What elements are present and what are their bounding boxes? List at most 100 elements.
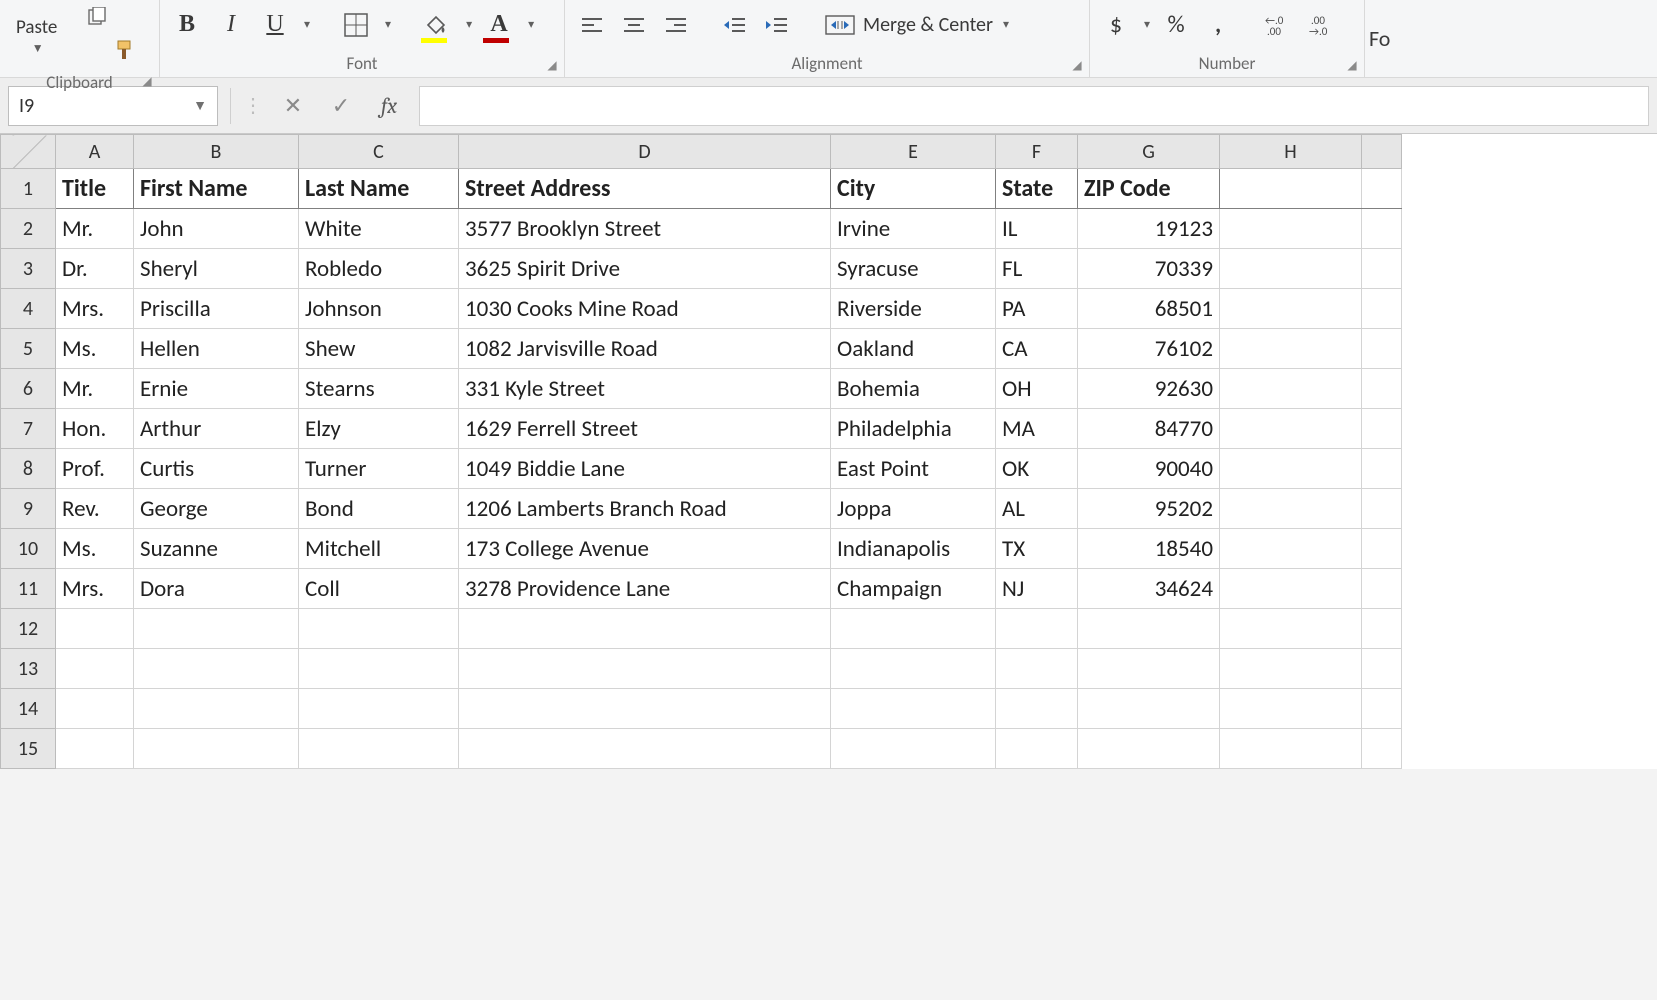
cell[interactable]: Irvine: [831, 209, 996, 249]
cell[interactable]: [56, 609, 134, 649]
row-header[interactable]: 5: [1, 329, 56, 369]
header-cell[interactable]: Last Name: [299, 169, 459, 209]
align-center-button[interactable]: [617, 8, 651, 42]
row-header[interactable]: 2: [1, 209, 56, 249]
cell[interactable]: [299, 609, 459, 649]
cell[interactable]: Ernie: [134, 369, 299, 409]
cell[interactable]: [1220, 569, 1362, 609]
column-header[interactable]: G: [1078, 135, 1220, 169]
cell[interactable]: Prof.: [56, 449, 134, 489]
bold-button[interactable]: B: [170, 8, 204, 42]
cell[interactable]: [1362, 529, 1402, 569]
cell[interactable]: [56, 649, 134, 689]
cell[interactable]: 76102: [1078, 329, 1220, 369]
cancel-formula-button[interactable]: ✕: [275, 88, 311, 124]
cell[interactable]: [1220, 489, 1362, 529]
cell[interactable]: [1362, 729, 1402, 769]
cell[interactable]: 92630: [1078, 369, 1220, 409]
cell[interactable]: [996, 729, 1078, 769]
cell[interactable]: 331 Kyle Street: [459, 369, 831, 409]
cell[interactable]: FL: [996, 249, 1078, 289]
cell[interactable]: Stearns: [299, 369, 459, 409]
increase-decimal-button[interactable]: ←.0.00: [1263, 8, 1297, 42]
copy-icon[interactable]: [81, 0, 115, 34]
cell[interactable]: Ms.: [56, 529, 134, 569]
dialog-launcher-icon[interactable]: ◢: [139, 73, 155, 89]
cell[interactable]: [1220, 289, 1362, 329]
cell[interactable]: [1078, 609, 1220, 649]
column-header[interactable]: [1362, 135, 1402, 169]
cell[interactable]: 90040: [1078, 449, 1220, 489]
enter-formula-button[interactable]: ✓: [323, 88, 359, 124]
cell[interactable]: [134, 729, 299, 769]
cell[interactable]: [996, 689, 1078, 729]
cell[interactable]: PA: [996, 289, 1078, 329]
cell[interactable]: [1220, 409, 1362, 449]
cell[interactable]: [831, 609, 996, 649]
cell[interactable]: [1362, 329, 1402, 369]
cell[interactable]: Hon.: [56, 409, 134, 449]
cell[interactable]: [299, 649, 459, 689]
cell[interactable]: Bond: [299, 489, 459, 529]
formula-input[interactable]: [419, 86, 1649, 126]
cell[interactable]: Dr.: [56, 249, 134, 289]
cell[interactable]: 1082 Jarvisville Road: [459, 329, 831, 369]
cell[interactable]: Syracuse: [831, 249, 996, 289]
comma-format-button[interactable]: ,: [1202, 8, 1234, 42]
chevron-down-icon[interactable]: ▾: [528, 17, 534, 32]
cell[interactable]: Suzanne: [134, 529, 299, 569]
cell[interactable]: Philadelphia: [831, 409, 996, 449]
header-cell[interactable]: First Name: [134, 169, 299, 209]
cell[interactable]: [1362, 249, 1402, 289]
worksheet[interactable]: A B C D E F G H 1TitleFirst NameLast Nam…: [0, 134, 1657, 769]
grid[interactable]: A B C D E F G H 1TitleFirst NameLast Nam…: [0, 134, 1402, 769]
cell[interactable]: [831, 689, 996, 729]
chevron-down-icon[interactable]: ▾: [304, 17, 310, 32]
row-header[interactable]: 4: [1, 289, 56, 329]
cell[interactable]: Hellen: [134, 329, 299, 369]
cell[interactable]: Mrs.: [56, 569, 134, 609]
cell[interactable]: [134, 609, 299, 649]
cell[interactable]: [1362, 409, 1402, 449]
cell[interactable]: Indianapolis: [831, 529, 996, 569]
italic-button[interactable]: I: [214, 8, 248, 42]
decrease-indent-button[interactable]: [718, 8, 752, 42]
cell[interactable]: Coll: [299, 569, 459, 609]
cell[interactable]: 68501: [1078, 289, 1220, 329]
header-cell[interactable]: Street Address: [459, 169, 831, 209]
dialog-launcher-icon[interactable]: ◢: [544, 57, 560, 73]
cell[interactable]: East Point: [831, 449, 996, 489]
cell[interactable]: Bohemia: [831, 369, 996, 409]
cell[interactable]: [1362, 369, 1402, 409]
cell[interactable]: [1362, 689, 1402, 729]
dialog-launcher-icon[interactable]: ◢: [1069, 57, 1085, 73]
cell[interactable]: [56, 729, 134, 769]
cell[interactable]: 84770: [1078, 409, 1220, 449]
header-cell[interactable]: State: [996, 169, 1078, 209]
insert-function-button[interactable]: fx: [371, 88, 407, 124]
row-header[interactable]: 7: [1, 409, 56, 449]
cell[interactable]: George: [134, 489, 299, 529]
cell[interactable]: [1362, 489, 1402, 529]
cell[interactable]: Johnson: [299, 289, 459, 329]
cell[interactable]: IL: [996, 209, 1078, 249]
borders-button[interactable]: [339, 8, 373, 42]
cell[interactable]: Rev.: [56, 489, 134, 529]
cell[interactable]: [1220, 369, 1362, 409]
cell[interactable]: [1220, 449, 1362, 489]
cell[interactable]: Priscilla: [134, 289, 299, 329]
cell[interactable]: [1220, 649, 1362, 689]
cell[interactable]: Mrs.: [56, 289, 134, 329]
cell[interactable]: [1220, 609, 1362, 649]
cell[interactable]: NJ: [996, 569, 1078, 609]
cell[interactable]: [459, 649, 831, 689]
cell[interactable]: Sheryl: [134, 249, 299, 289]
cell[interactable]: 34624: [1078, 569, 1220, 609]
row-header[interactable]: 11: [1, 569, 56, 609]
cell[interactable]: Arthur: [134, 409, 299, 449]
cell[interactable]: [1220, 249, 1362, 289]
paste-button[interactable]: Paste ▼: [10, 16, 63, 56]
row-header[interactable]: 14: [1, 689, 56, 729]
cell[interactable]: 3278 Providence Lane: [459, 569, 831, 609]
column-header[interactable]: D: [459, 135, 831, 169]
